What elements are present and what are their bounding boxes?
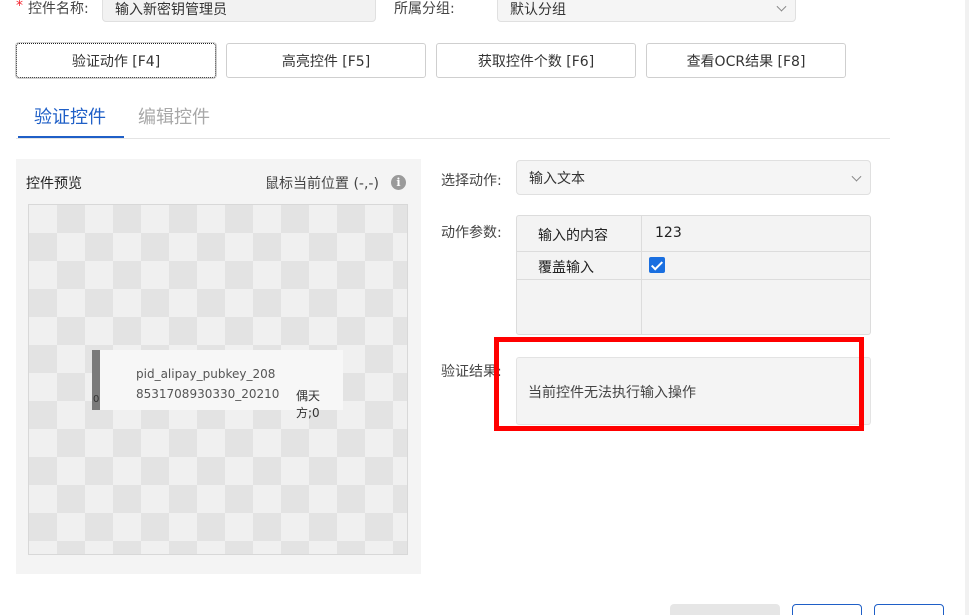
get-control-count-button[interactable]: 获取控件个数 [F6] [436,43,636,78]
control-preview-title: 控件预览 [26,176,82,192]
action-params-label: 动作参数: [441,225,502,241]
footer-button-outline[interactable] [792,604,862,615]
param-col-divider [641,216,642,334]
tab-verify-control[interactable]: 验证控件 [34,103,106,129]
param-value-input-content[interactable]: 123 [655,225,682,241]
view-ocr-button[interactable]: 查看OCR结果 [F8] [646,43,846,78]
highlight-frame [494,337,864,431]
action-select-value: 输入文本 [529,170,585,187]
snippet-digit: 0 [93,394,100,405]
snippet-text-line2: 8531708930330_20210 [136,387,280,401]
snippet-text-line1: pid_alipay_pubkey_208 [136,367,276,381]
footer-button-outline[interactable] [874,604,944,615]
required-mark: * [16,0,23,14]
highlight-control-button[interactable]: 高亮控件 [F5] [226,43,426,78]
select-action-label: 选择动作: [441,173,502,189]
action-select[interactable]: 输入文本 [516,160,871,195]
group-label: 所属分组: [394,1,455,17]
preview-snippet: 0 pid_alipay_pubkey_208 8531708930330_20… [92,350,343,420]
group-select[interactable]: 默认分组 [497,0,796,22]
action-params-table: 输入的内容 123 覆盖输入 [516,215,871,335]
mouse-position-readout: 鼠标当前位置 (-,-) [265,176,379,192]
param-name-input-content: 输入的内容 [538,228,608,244]
verify-action-button[interactable]: 验证动作 [F4] [16,43,216,78]
param-name-overwrite: 覆盖输入 [538,260,594,276]
control-name-label: 控件名称: [28,1,89,17]
footer-button-gray[interactable] [670,604,780,615]
chevron-down-icon [851,171,862,182]
scrollbar-edge [965,0,969,615]
verify-result-label: 验证结果: [441,364,502,380]
info-icon: i [391,175,406,190]
control-name-value: 输入新密钥管理员 [115,2,227,18]
param-row-divider [517,279,870,280]
param-row-divider [517,251,870,252]
control-name-input[interactable]: 输入新密钥管理员 [102,0,376,22]
chevron-down-icon [776,1,787,12]
tab-divider [16,138,890,139]
group-select-value: 默认分组 [510,2,566,18]
overwrite-checkbox[interactable] [649,257,665,273]
snippet-text-right: 偶天方;0 [296,389,321,420]
tab-edit-control[interactable]: 编辑控件 [138,103,210,129]
